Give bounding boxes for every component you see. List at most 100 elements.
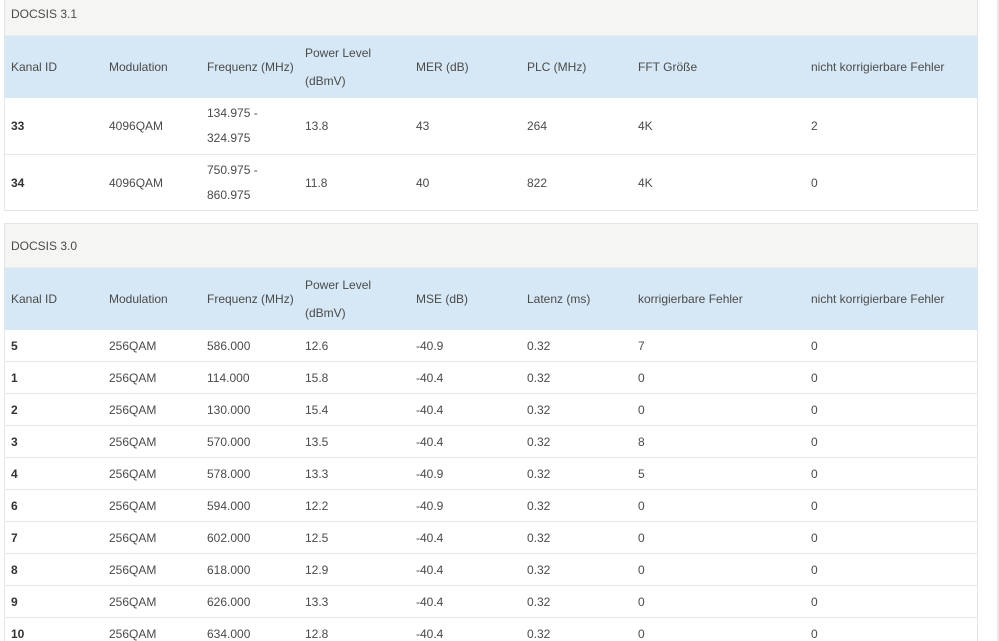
docsis-30-table-cell: 0 — [805, 393, 978, 426]
docsis-30-table-cell: 0 — [632, 521, 805, 554]
docsis-30-table-cell: 594.000 — [201, 489, 299, 522]
docsis-30-table-cell: -40.4 — [410, 521, 521, 554]
docsis-30-table-cell: 578.000 — [201, 457, 299, 490]
docsis-30-table-cell: 256QAM — [109, 338, 157, 353]
docsis-30-table-cell: -40.4 — [410, 361, 521, 394]
docsis-30-header-row: Kanal ID Modulation Frequenz (MHz) Power Le… — [5, 268, 978, 330]
docsis-30-table-cell: 634.000 — [201, 617, 299, 641]
docsis-30-table-cell: 9 — [5, 585, 103, 618]
docsis-30-table-cell: 13.3 — [299, 585, 410, 618]
docsis-30-table-cell: 13.3 — [299, 457, 410, 490]
docsis-30-table-cell: -40.4 — [410, 393, 521, 426]
docsis-30-table-cell: 0 — [805, 457, 978, 490]
docsis-30-table-cell: 130.000 — [201, 393, 299, 426]
docsis-30-table-row: 4 256QAM 578.000 13.3 -40.9 0.32 5 0 — [5, 457, 978, 490]
docsis-31-table-cell: 43 — [416, 118, 430, 133]
docsis-30-table-cell: 4 — [5, 457, 103, 490]
docsis-30-table-cell: -40.9 — [416, 338, 444, 353]
docsis-31-table-cell: 33 — [11, 118, 25, 133]
docsis-30-table-row: 7 256QAM 602.000 12.5 -40.4 0.32 0 0 — [5, 521, 978, 554]
docsis-30-table-cell: 256QAM — [103, 425, 201, 458]
docsis-30-table-cell: 0.32 — [521, 393, 632, 426]
docsis-31-column-header: Kanal ID — [11, 60, 58, 74]
docsis-31-table-cell: 0 — [805, 154, 978, 211]
docsis-30-table-cell: 0.32 — [521, 425, 632, 458]
docsis-31-table-cell: 4096QAM — [103, 154, 201, 211]
docsis-30-table-cell: 0 — [805, 425, 978, 458]
docsis-30-table-row: 3 256QAM 570.000 13.5 -40.4 0.32 8 0 — [5, 425, 978, 458]
docsis-30-table-cell: 0 — [805, 521, 978, 554]
docsis-30-table-cell: -40.4 — [410, 425, 521, 458]
docsis-31-column-header: PLC (MHz) — [527, 60, 587, 74]
docsis-31-table-cell: 4K — [638, 118, 653, 133]
docsis-30-table-cell: 13.5 — [299, 425, 410, 458]
docsis-30-table-cell: 256QAM — [103, 393, 201, 426]
docsis-30-table-cell: 3 — [5, 425, 103, 458]
docsis-30-table-cell: 256QAM — [103, 617, 201, 641]
docsis-30-table-cell: 12.2 — [299, 489, 410, 522]
docsis-31-title: DOCSIS 3.1 — [11, 7, 78, 21]
docsis-30-table-cell: 5 — [11, 338, 18, 353]
docsis-31-table-cell: 750.975 - 860.975 — [201, 154, 299, 211]
docsis-31-table-row: 34 4096QAM 750.975 - 860.975 11.8 40 822 4K 0 — [5, 154, 978, 211]
docsis-30-table-cell: 0.32 — [527, 338, 551, 353]
docsis-30-table-cell: 0 — [805, 489, 978, 522]
docsis-31-table-cell: 11.8 — [299, 154, 410, 211]
docsis-30-table-cell: 0 — [632, 553, 805, 586]
docsis-30-heading: DOCSIS 3.0 — [5, 224, 977, 268]
docsis-30-table-cell: -40.9 — [410, 489, 521, 522]
docsis-30-table-cell: 8 — [632, 425, 805, 458]
docsis-30-table-cell: 12.6 — [305, 338, 329, 353]
docsis-31-table-row: 33 4096QAM 134.975 - 324.975 13.8 43 264 4K 2 — [5, 98, 978, 155]
docsis-30-table-cell: 0.32 — [521, 617, 632, 641]
docsis-31-table-cell: 40 — [410, 154, 521, 211]
docsis-30-table-cell: 12.8 — [299, 617, 410, 641]
docsis-30-table-cell: 0.32 — [521, 553, 632, 586]
docsis-30-table-cell: 12.9 — [299, 553, 410, 586]
docsis-30-table-cell: 0 — [805, 553, 978, 586]
docsis-30-table-cell: 618.000 — [201, 553, 299, 586]
docsis-31-heading: DOCSIS 3.1 — [5, 0, 977, 36]
docsis-30-table-cell: 256QAM — [103, 585, 201, 618]
docsis-30-column-header: MSE (dB) — [416, 292, 469, 306]
docsis-30-table-cell: 0 — [632, 489, 805, 522]
docsis-30-table-cell: -40.4 — [410, 553, 521, 586]
docsis-31-panel: DOCSIS 3.1 Kanal ID Modulation Frequenz (M… — [4, 0, 978, 211]
docsis-30-table-cell: 0 — [811, 338, 818, 353]
docsis-31-table-cell: 822 — [521, 154, 632, 211]
docsis-30-table-row: 8 256QAM 618.000 12.9 -40.4 0.32 0 0 — [5, 553, 978, 586]
docsis-30-table-cell: 12.5 — [299, 521, 410, 554]
docsis-30-table-row: 1 256QAM 114.000 15.8 -40.4 0.32 0 0 — [5, 361, 978, 394]
docsis-30-table-cell: 0 — [805, 361, 978, 394]
docsis-30-table-cell: 0 — [805, 617, 978, 641]
docsis-30-table-cell: 114.000 — [201, 361, 299, 394]
docsis-30-table-cell: -40.4 — [410, 617, 521, 641]
docsis-30-table-row: 9 256QAM 626.000 13.3 -40.4 0.32 0 0 — [5, 585, 978, 618]
docsis-31-table-cell: 134.975 - 324.975 — [207, 106, 258, 145]
channel-info-page: DOCSIS 3.1 Kanal ID Modulation Frequenz (M… — [0, 0, 999, 641]
docsis-30-column-header: Power Level (dBmV) — [305, 278, 372, 320]
docsis-31-column-header: Frequenz (MHz) — [207, 60, 294, 74]
docsis-30-table-cell: 6 — [5, 489, 103, 522]
docsis-30-table-cell: 256QAM — [103, 361, 201, 394]
docsis-31-column-header: nicht korrigierbare Fehler — [811, 60, 945, 74]
docsis-31-column-header: Modulation — [109, 60, 168, 74]
docsis-30-table-cell: 10 — [5, 617, 103, 641]
docsis-30-table-cell: 0 — [632, 617, 805, 641]
docsis-31-column-header: MER (dB) — [416, 60, 469, 74]
docsis-30-column-header: nicht korrigierbare Fehler — [811, 292, 945, 306]
docsis-30-table-cell: 15.4 — [299, 393, 410, 426]
docsis-30-table-cell: 0.32 — [521, 361, 632, 394]
docsis-30-table-cell: 15.8 — [299, 361, 410, 394]
docsis-30-table-cell: -40.4 — [410, 585, 521, 618]
docsis-31-table-cell: 264 — [527, 118, 548, 133]
docsis-30-column-header: korrigierbare Fehler — [638, 292, 743, 306]
docsis-30-table-cell: 0.32 — [521, 489, 632, 522]
docsis-30-table-cell: 2 — [5, 393, 103, 426]
docsis-31-column-header: FFT Größe — [638, 60, 698, 74]
docsis-30-table-cell: -40.9 — [410, 457, 521, 490]
docsis-30-table-cell: 1 — [5, 361, 103, 394]
docsis-31-table-cell: 2 — [811, 118, 818, 133]
docsis-30-table-cell: 8 — [5, 553, 103, 586]
docsis-30-table: Kanal ID Modulation Frequenz (MHz) Power Le… — [5, 268, 978, 641]
